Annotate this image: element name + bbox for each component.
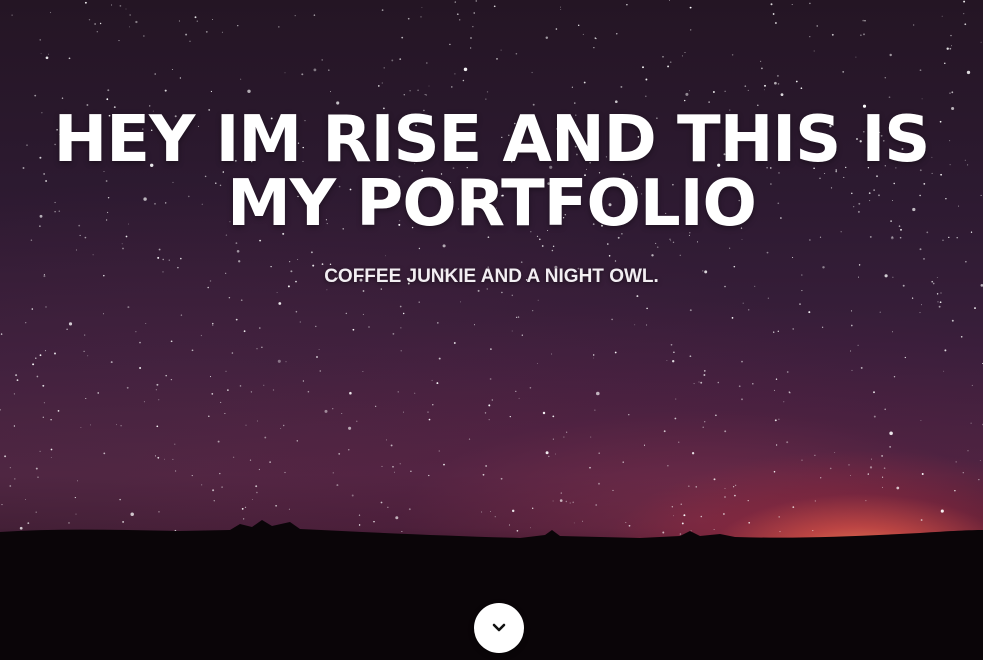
- hero-title: HEY IM RISE AND THIS IS MY PORTFOLIO: [53, 103, 931, 241]
- chevron-down-icon: [492, 623, 506, 632]
- hero-section: HEY IM RISE AND THIS IS MY PORTFOLIO COF…: [0, 0, 983, 660]
- hero-subtitle: COFFEE JUNKIE AND A NIGHT OWL.: [324, 266, 659, 287]
- scroll-down-button[interactable]: [474, 603, 524, 653]
- horizon-silhouette: [0, 520, 983, 660]
- hero-content: HEY IM RISE AND THIS IS MY PORTFOLIO COF…: [0, 108, 983, 288]
